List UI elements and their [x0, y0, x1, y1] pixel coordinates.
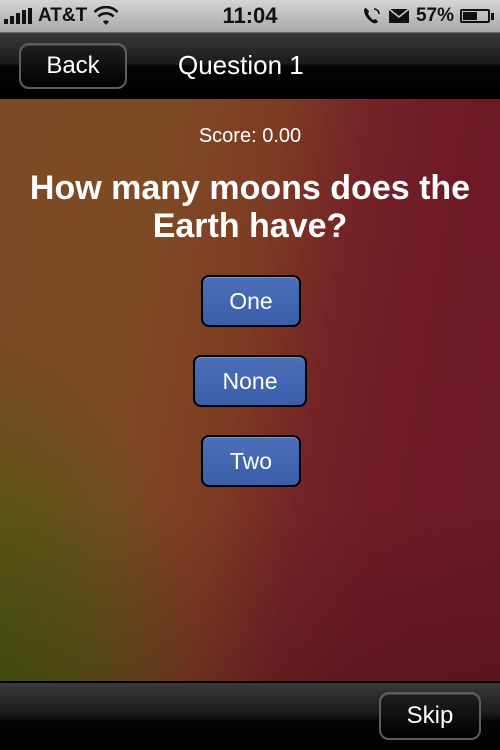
page-title: Question 1	[178, 50, 304, 80]
signal-icon	[4, 8, 32, 24]
status-right: 57%	[362, 5, 500, 27]
bottom-toolbar: Skip	[0, 681, 500, 750]
status-left: AT&T	[0, 5, 119, 27]
battery-percent: 57%	[415, 5, 454, 26]
answer-button-one[interactable]: One	[201, 275, 301, 327]
skip-button[interactable]: Skip	[379, 692, 481, 740]
battery-icon	[460, 9, 494, 23]
carrier-label: AT&T	[38, 5, 88, 26]
navigation-bar: Back Question 1	[0, 33, 500, 99]
answer-button-two[interactable]: Two	[201, 435, 301, 487]
answer-button-none[interactable]: None	[193, 355, 307, 407]
score-label: Score: 0.00	[198, 125, 302, 147]
battery-fill	[463, 12, 477, 20]
question-text: How many moons does the Earth have?	[29, 169, 471, 245]
back-button[interactable]: Back	[19, 43, 127, 89]
status-bar: AT&T 11:04 57%	[0, 0, 500, 33]
quiz-content: Score: 0.00 How many moons does the Eart…	[0, 99, 500, 681]
quiz-screen: AT&T 11:04 57% Back Question 1 Score: 0.…	[0, 0, 500, 750]
mail-icon	[388, 8, 410, 23]
wifi-icon	[93, 6, 119, 25]
phone-icon	[363, 8, 380, 24]
